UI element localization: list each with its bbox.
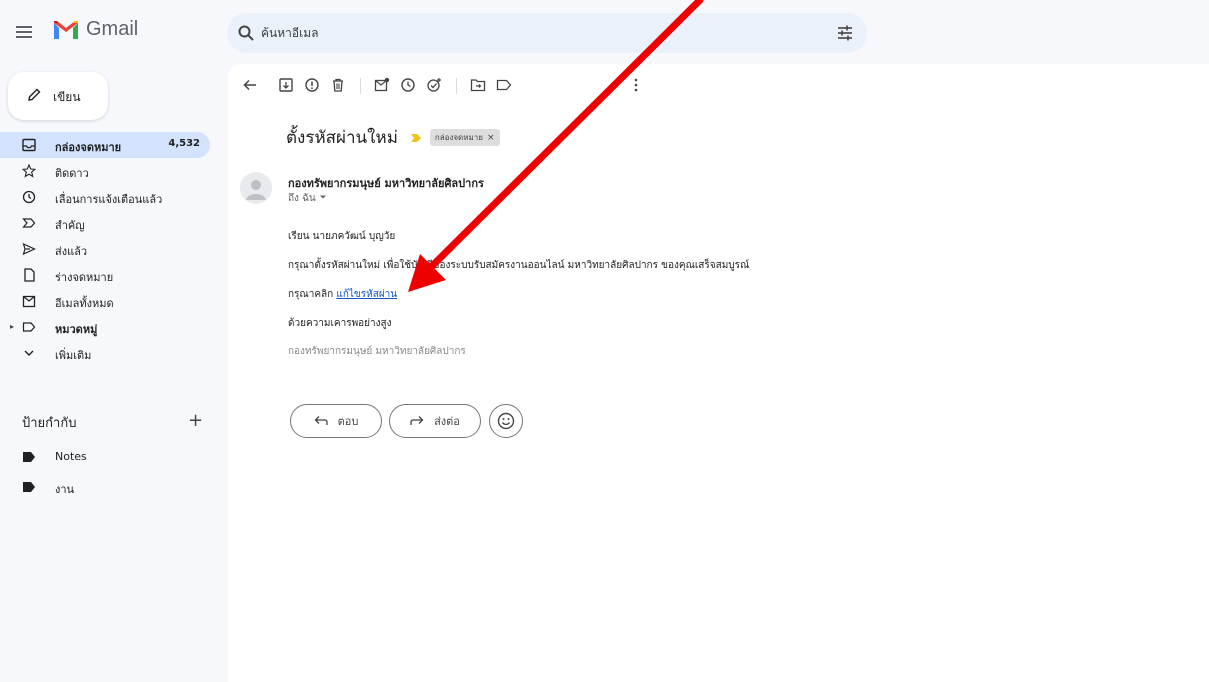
main-menu-icon[interactable] [14,22,34,42]
sidebar-item-more[interactable]: เพิ่มเติม [0,340,210,366]
email-closing: ด้วยความเคารพอย่างสูง [288,318,392,329]
unread-count: 4,532 [168,138,200,149]
compose-button[interactable]: เขียน [8,72,108,120]
email-body-line: กรุณาตั้งรหัสผ่านใหม่ เพื่อใช้บัญชีของระ… [288,260,750,271]
pencil-icon [28,88,41,101]
chevron-down-icon [24,350,34,356]
send-icon [22,242,36,256]
add-label-button[interactable]: + [188,410,203,431]
snooze-clock-icon [22,190,36,204]
email-signature: กองทรัพยากรมนุษย์ มหาวิทยาลัยศิลปากร [288,346,466,357]
forward-button[interactable]: ส่งต่อ [389,404,481,438]
recipient-details[interactable]: ถึง ฉัน [288,191,327,206]
email-greeting: เรียน นายภควัฒน์ บุญวัย [288,231,396,242]
sidebar-item-categories[interactable]: ▸ หมวดหมู่ [0,314,210,340]
emoji-reaction-button[interactable] [489,404,523,438]
compose-label: เขียน [53,90,81,104]
important-marker-icon[interactable] [410,133,422,143]
expand-arrow-icon[interactable]: ▸ [10,322,14,331]
message-toolbar [228,64,928,108]
search-options-icon[interactable] [836,24,854,42]
sidebar-item-drafts[interactable]: ร่างจดหมาย [0,262,210,288]
label-tag-icon [23,482,35,492]
sidebar-item-sent[interactable]: ส่งแล้ว [0,236,210,262]
snooze-icon[interactable] [400,77,416,93]
app-name: Gmail [86,18,139,40]
remove-label-icon[interactable]: × [487,133,495,143]
message-pane: ตั้งรหัสผ่านใหม่ กล่องจดหมาย × กองทรัพยา… [228,64,1209,682]
toolbar-divider [456,78,457,94]
sidebar-item-inbox[interactable]: กล่องจดหมาย 4,532 [0,132,210,158]
sidebar-item-important[interactable]: สำคัญ [0,210,210,236]
sidebar-item-label: สำคัญ [55,219,85,232]
click-prefix: กรุณาคลิก [288,289,334,300]
label-icon [22,322,36,332]
labels-heading: ป้ายกำกับ [22,416,77,431]
toolbar-divider [360,78,361,94]
back-arrow-icon[interactable] [242,77,258,93]
email-click-line: กรุณาคลิก แก้ไขรหัสผ่าน [288,287,397,302]
more-options-icon[interactable] [628,77,644,93]
draft-icon [24,268,35,282]
sidebar-item-label: เลื่อนการแจ้งเตือนแล้ว [55,193,163,206]
sender-avatar [240,172,272,204]
archive-icon[interactable] [278,77,294,93]
email-subject: ตั้งรหัสผ่านใหม่ [286,128,398,148]
sidebar-item-label: ส่งแล้ว [55,245,88,258]
important-icon [22,218,36,228]
sidebar-label-notes[interactable]: Notes [0,444,210,470]
label-name: Notes [55,450,87,463]
sidebar-item-snoozed[interactable]: เลื่อนการแจ้งเตือนแล้ว [0,184,210,210]
add-to-tasks-icon[interactable] [426,77,442,93]
search-bar[interactable] [227,13,867,53]
top-header: Gmail [0,0,1209,64]
sidebar-item-label: หมวดหมู่ [55,323,98,336]
all-mail-icon [22,295,36,308]
subject-row: ตั้งรหัสผ่านใหม่ กล่องจดหมาย × [286,124,500,151]
forward-icon [410,416,424,425]
mark-unread-icon[interactable] [374,77,390,93]
label-chip-text: กล่องจดหมาย [434,133,483,142]
sidebar-nav: กล่องจดหมาย 4,532 ติดดาว เลื่อนการแจ้งเต… [0,132,220,366]
inbox-icon [22,138,36,152]
reply-icon [314,416,328,425]
sidebar-item-label: ร่างจดหมาย [55,271,114,284]
sidebar-item-label: ติดดาว [55,167,89,180]
report-spam-icon[interactable] [304,77,320,93]
caret-down-icon [319,195,326,199]
star-icon [22,164,36,178]
inbox-label-chip[interactable]: กล่องจดหมาย × [429,129,500,146]
default-avatar-icon [246,180,266,200]
smiley-icon [497,412,515,430]
search-icon[interactable] [237,24,255,42]
sidebar-item-starred[interactable]: ติดดาว [0,158,210,184]
reply-label: ตอบ [337,415,359,428]
reply-button[interactable]: ตอบ [290,404,382,438]
sidebar-label-work[interactable]: งาน [0,474,210,500]
label-tag-icon [23,452,35,462]
gmail-logo[interactable]: Gmail [52,18,138,41]
sidebar-item-label: กล่องจดหมาย [55,141,122,154]
delete-icon[interactable] [330,77,346,93]
sidebar-item-all-mail[interactable]: อีเมลทั้งหมด [0,288,210,314]
sidebar-item-label: อีเมลทั้งหมด [55,297,114,310]
move-to-icon[interactable] [470,77,486,93]
labels-icon[interactable] [496,77,512,93]
gmail-m-icon [54,20,78,39]
sidebar-item-label: เพิ่มเติม [55,349,92,362]
search-input[interactable] [261,21,821,45]
recipient-label: ถึง ฉัน [288,193,316,204]
label-name: งาน [55,483,75,496]
forward-label: ส่งต่อ [434,415,460,428]
reset-password-link[interactable]: แก้ไขรหัสผ่าน [336,289,397,300]
sender-name[interactable]: กองทรัพยากรมนุษย์ มหาวิทยาลัยศิลปากร [288,174,484,192]
